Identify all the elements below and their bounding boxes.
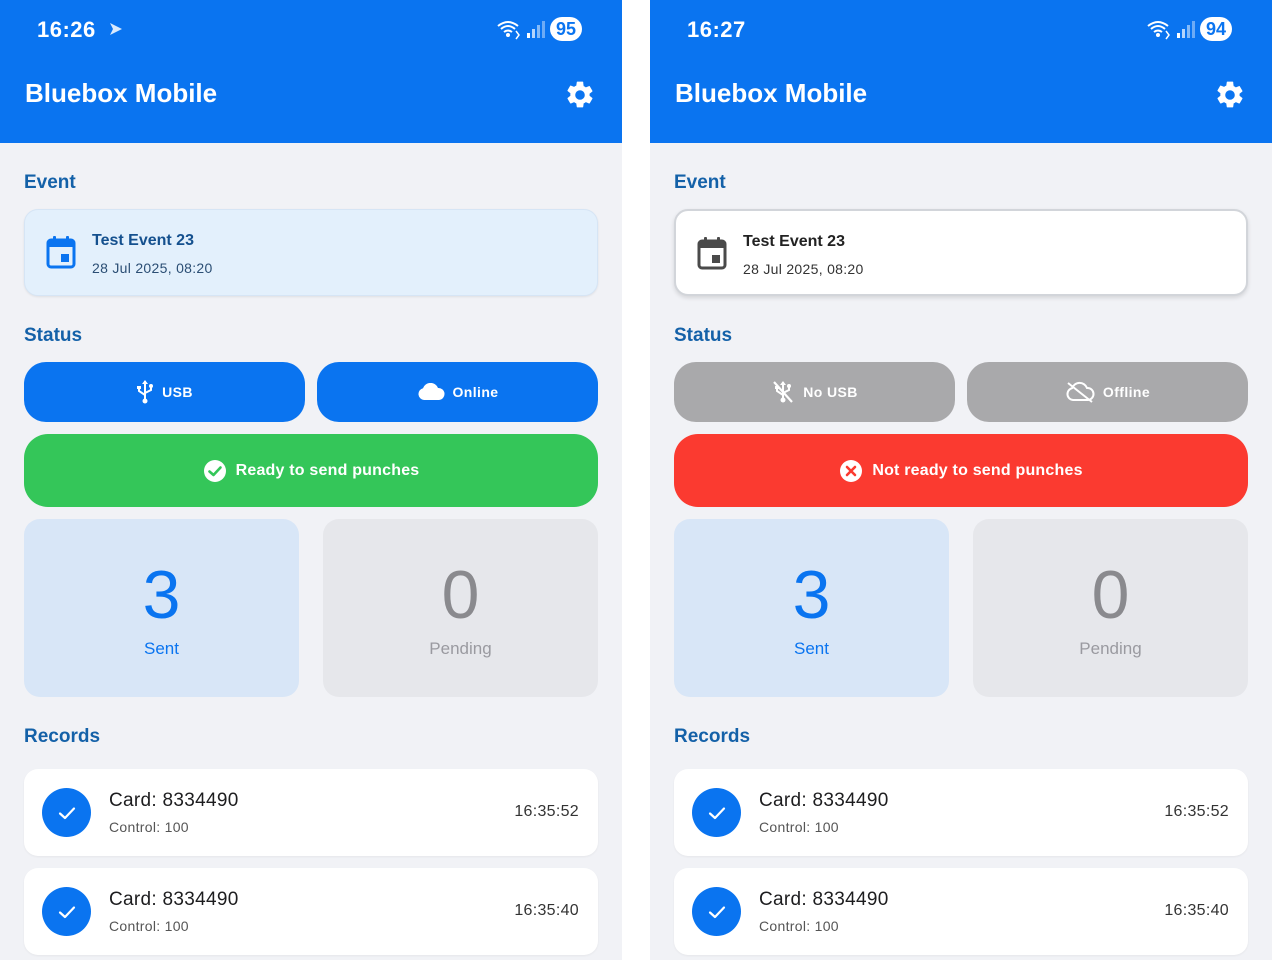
sent-count: 3 [142,557,181,633]
wifi-icon [1147,21,1170,40]
pending-counter: 0 Pending [973,519,1248,697]
status-section-label: Status [24,325,83,346]
records-section-label: Records [24,726,101,747]
cloud-status-button[interactable]: Online [317,362,598,422]
sent-count: 3 [792,557,831,633]
pending-count: 0 [441,557,480,633]
sent-label: Sent [144,639,179,658]
usb-icon [137,380,154,404]
battery-level: 95 [549,17,582,41]
ready-status-banner: Ready to send punches [24,434,598,507]
record-card: Card: 8334490 [109,790,239,811]
usb-status-label: USB [162,384,193,400]
event-card[interactable]: Test Event 23 28 Jul 2025, 08:20 [24,209,598,296]
usb-status-label: No USB [803,384,858,400]
status-bar-time: 16:27 [687,17,746,42]
event-card[interactable]: Test Event 23 28 Jul 2025, 08:20 [674,209,1248,296]
record-control: Control: 100 [759,918,839,934]
signal-icon [526,21,545,38]
usb-off-icon [773,381,794,403]
status-bar-indicators: 95 [496,17,582,41]
records-section-label: Records [674,726,751,747]
battery-level: 94 [1199,17,1232,41]
status-bar-time: 16:26 [37,17,96,42]
cloud-status-label: Offline [1102,384,1151,400]
event-name: Test Event 23 [92,232,194,249]
sent-counter: 3 Sent [674,519,949,697]
pending-label: Pending [429,639,492,658]
record-check-icon [692,788,741,837]
phone-screen-connected: 16:26 95 Bluebox Mobile Event Test Event… [0,0,622,960]
record-card: Card: 8334490 [759,889,889,910]
record-time: 16:35:52 [1164,803,1229,820]
record-control: Control: 100 [109,819,189,835]
record-check-icon [692,887,741,936]
record-card: Card: 8334490 [759,790,889,811]
calendar-icon [697,237,727,270]
record-time: 16:35:52 [514,803,579,820]
not-ready-status-banner: Not ready to send punches [674,434,1248,507]
cloud-status-button[interactable]: Offline [967,362,1248,422]
calendar-icon [46,236,76,269]
phone-screen-disconnected: 16:27 94 Bluebox Mobile Event Test Event… [650,0,1272,960]
record-item[interactable]: Card: 8334490 Control: 100 16:35:52 [24,769,598,856]
cloud-off-icon [1066,381,1095,403]
pending-counter: 0 Pending [323,519,598,697]
not-ready-status-text: Not ready to send punches [872,461,1083,479]
cloud-icon [417,383,445,400]
pending-count: 0 [1091,557,1130,633]
record-check-icon [42,788,91,837]
record-item[interactable]: Card: 8334490 Control: 100 16:35:40 [674,868,1248,955]
record-time: 16:35:40 [514,902,579,919]
status-bar-indicators: 94 [1146,17,1232,41]
record-control: Control: 100 [759,819,839,835]
app-title: Bluebox Mobile [675,78,868,108]
ready-status-text: Ready to send punches [235,461,420,479]
navigation-arrow-icon [110,23,122,35]
event-section-label: Event [24,172,76,193]
signal-icon [1176,21,1195,38]
record-item[interactable]: Card: 8334490 Control: 100 16:35:40 [24,868,598,955]
check-circle-icon [203,459,226,482]
cloud-status-label: Online [452,384,499,400]
app-title: Bluebox Mobile [25,78,218,108]
record-check-icon [42,887,91,936]
x-circle-icon [840,459,863,482]
event-name: Test Event 23 [743,233,845,250]
screen-divider [622,0,650,960]
pending-label: Pending [1079,639,1142,658]
app-bar: 16:26 95 Bluebox Mobile [0,0,622,143]
sent-label: Sent [794,639,829,658]
record-item[interactable]: Card: 8334490 Control: 100 16:35:52 [674,769,1248,856]
settings-gear-icon[interactable] [1214,79,1246,111]
record-time: 16:35:40 [1164,902,1229,919]
app-bar: 16:27 94 Bluebox Mobile [650,0,1272,143]
sent-counter: 3 Sent [24,519,299,697]
wifi-icon [497,21,520,40]
status-section-label: Status [674,325,733,346]
event-section-label: Event [674,172,726,193]
usb-status-button[interactable]: No USB [674,362,955,422]
event-date: 28 Jul 2025, 08:20 [92,260,213,276]
usb-status-button[interactable]: USB [24,362,305,422]
event-date: 28 Jul 2025, 08:20 [743,261,864,277]
record-control: Control: 100 [109,918,189,934]
record-card: Card: 8334490 [109,889,239,910]
settings-gear-icon[interactable] [564,79,596,111]
